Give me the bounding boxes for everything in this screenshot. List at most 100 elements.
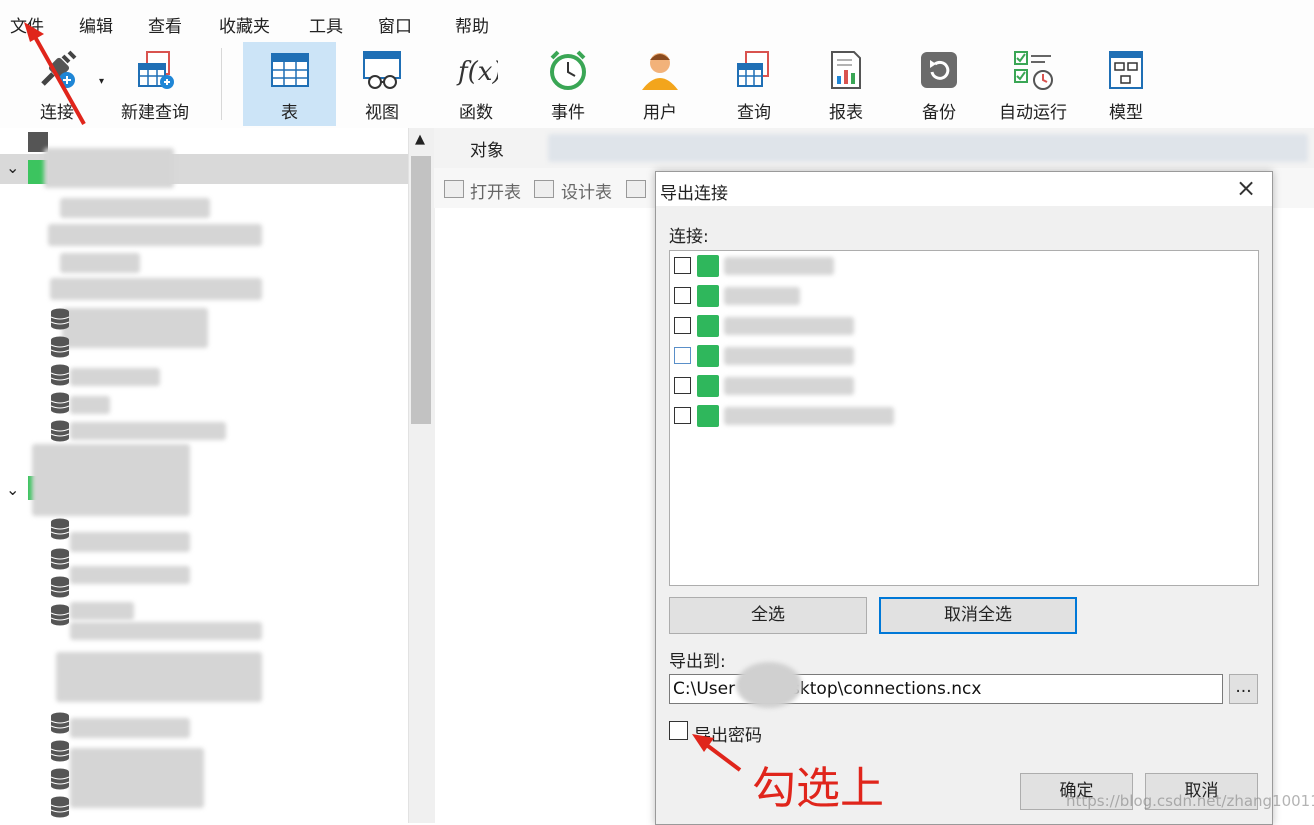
browse-button[interactable]: ... [1229,674,1258,704]
mysql-connection-icon [697,345,719,367]
query-icon [737,51,769,87]
view-icon [363,51,401,89]
connection-item[interactable] [674,283,1254,309]
database-icon [50,712,70,734]
connection-checkbox[interactable] [674,257,691,274]
scroll-up-icon[interactable]: ▲ [415,132,425,147]
model-button[interactable]: 模型 [1088,42,1164,126]
export-connections-dialog: 导出连接 × 连接: 全选 取消全选 导出到: C:\User Desktop\… [655,171,1273,825]
connections-label: 连接: [669,227,709,247]
connection-tree[interactable]: ⌄ ⌄ [0,128,408,823]
database-icon [50,336,70,358]
connection-item[interactable] [674,373,1254,399]
redacted-text [70,602,134,620]
connection-checkbox[interactable] [674,407,691,424]
redacted-text [48,224,262,246]
user-icon [642,53,678,90]
view-button[interactable]: 视图 [344,42,420,126]
database-icon [50,604,70,626]
mysql-connection-icon [697,255,719,277]
menu-edit[interactable]: 编辑 [79,12,113,37]
redacted-text [70,396,110,414]
database-icon [50,548,70,570]
expand-chevron-icon[interactable]: ⌄ [6,480,19,499]
redacted-text [70,748,204,808]
connection-checkbox[interactable] [674,287,691,304]
mysql-connection-icon [697,285,719,307]
connection-item[interactable] [674,343,1254,369]
menu-view[interactable]: 查看 [148,12,182,37]
watermark: https://blog.csdn.net/zhang100111 [1066,792,1314,810]
connection-checkbox[interactable] [674,347,691,364]
scrollbar-thumb[interactable] [411,156,431,424]
expand-chevron-icon[interactable]: ⌄ [6,158,19,177]
redacted-connection-name [724,407,894,425]
table-button[interactable]: 表 [243,42,336,126]
open-table-button[interactable]: 打开表 [470,178,521,203]
close-icon[interactable]: × [1236,174,1256,202]
deselect-all-button[interactable]: 取消全选 [879,597,1077,634]
redacted-connection-name [724,317,854,335]
select-all-button[interactable]: 全选 [669,597,867,634]
connection-list [669,250,1259,586]
user-button[interactable]: 用户 [622,42,698,126]
redacted-connection-name [724,377,854,395]
export-password-label: 导出密码 [694,726,762,746]
redacted-text [70,368,160,386]
model-icon [1109,51,1143,89]
new-table-icon[interactable] [626,180,646,198]
redacted-tab-strip [548,134,1308,162]
redacted-username [736,662,802,708]
database-icon [50,740,70,762]
new-query-button[interactable]: 新建查询 [114,42,196,126]
menu-tools[interactable]: 工具 [309,12,343,37]
menu-file[interactable]: 文件 [10,12,44,37]
dialog-titlebar: 导出连接 × [656,172,1272,206]
redacted-text [70,566,190,584]
function-icon: f(x) [456,57,498,87]
database-icon [50,576,70,598]
main-toolbar: 连接 ▾ 新建查询 表 视图 f(x) 函数 [0,42,1314,129]
redacted-text [70,622,262,640]
database-icon [50,518,70,540]
menu-window[interactable]: 窗口 [378,12,412,37]
redacted-text [56,652,262,702]
report-icon [831,51,861,89]
database-icon [50,796,70,818]
menu-favorites[interactable]: 收藏夹 [219,12,270,37]
redacted-text [62,308,208,348]
connection-item[interactable] [674,403,1254,429]
mysql-connection-icon [697,375,719,397]
export-to-label: 导出到: [669,652,726,672]
query-button[interactable]: 查询 [716,42,792,126]
redacted-connection-name [724,257,834,275]
alarm-clock-icon [550,50,586,90]
connect-dropdown-icon[interactable]: ▾ [99,76,104,87]
redacted-text [32,444,190,516]
connection-item[interactable] [674,313,1254,339]
menu-bar: 文件 编辑 查看 收藏夹 工具 窗口 帮助 [0,0,1314,42]
export-password-checkbox[interactable] [669,721,688,740]
redacted-connection-name [724,287,800,305]
tab-objects[interactable]: 对象 [470,136,504,161]
connect-button[interactable]: 连接 [20,42,94,126]
toolbar-separator [221,48,222,120]
auto-run-button[interactable]: 自动运行 [990,42,1076,126]
new-query-icon [138,51,174,89]
database-icon [50,768,70,790]
menu-help[interactable]: 帮助 [455,12,489,37]
redacted-text [60,198,210,218]
connection-item[interactable] [674,253,1254,279]
connection-checkbox[interactable] [674,377,691,394]
mysql-connection-icon [697,405,719,427]
svg-text:f(x): f(x) [456,57,498,87]
connection-checkbox[interactable] [674,317,691,334]
design-table-button[interactable]: 设计表 [561,178,612,203]
backup-button[interactable]: 备份 [901,42,977,126]
function-button[interactable]: f(x) 函数 [438,42,514,126]
mysql-connection-icon [697,315,719,337]
event-button[interactable]: 事件 [530,42,606,126]
object-tab-bar: 对象 [434,128,1314,169]
dialog-title: 导出连接 [660,184,728,204]
report-button[interactable]: 报表 [808,42,884,126]
